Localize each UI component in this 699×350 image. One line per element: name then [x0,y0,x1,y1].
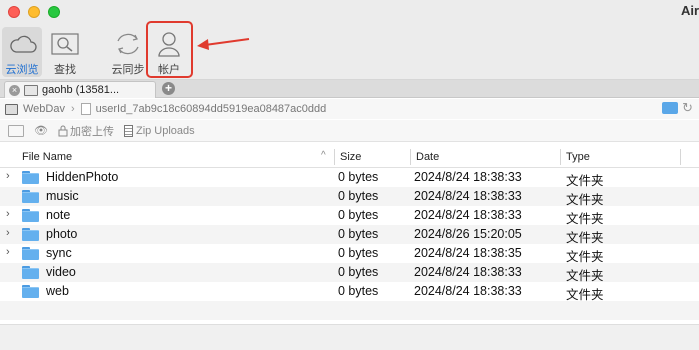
file-date: 2024/8/24 18:38:33 [414,170,522,184]
status-strip [0,324,699,350]
table-row[interactable]: video 0 bytes 2024/8/24 18:38:33 文件夹 [0,263,699,283]
table-row[interactable]: › note 0 bytes 2024/8/24 18:38:33 文件夹 [0,206,699,226]
table-body: › HiddenPhoto 0 bytes 2024/8/24 18:38:33… [0,168,699,320]
file-size: 0 bytes [338,189,379,203]
encrypt-upload-label: 加密上传 [69,125,114,138]
breadcrumb: WebDav › userId_7ab9c18c60894dd5919ea084… [0,99,699,119]
minimize-window-button[interactable] [28,6,40,18]
search-button[interactable]: 查找 [44,27,86,77]
cloud-browse-label: 云浏览 [5,64,39,76]
lock-icon [58,125,68,136]
file-size: 0 bytes [338,265,379,279]
sync-icon [107,27,149,61]
search-label: 查找 [54,64,76,76]
zip-uploads-toggle[interactable]: Zip Uploads [123,124,195,137]
chevron-right-icon[interactable]: › [6,208,10,220]
file-date: 2024/8/24 18:38:35 [414,246,522,260]
file-date: 2024/8/24 18:38:33 [414,265,522,279]
app-title: Air [681,3,699,18]
column-header-name[interactable]: File Name [22,151,72,163]
sort-ascending-icon[interactable]: ^ [321,150,326,161]
zoom-window-button[interactable] [48,6,60,18]
cloud-icon [2,27,44,61]
annotation-highlight-box [146,21,193,78]
folder-icon [22,285,39,298]
file-name: photo [46,227,78,241]
folder-icon [22,209,39,222]
preview-button[interactable]: 👁 [34,124,48,137]
tab-title: gaohb (13581... [42,84,120,96]
folder-icon [22,247,39,260]
zip-icon [123,124,133,137]
table-header: File Name ^ Size Date Type [0,146,699,168]
chevron-right-icon[interactable]: › [6,246,10,258]
tab-bar: × gaohb (13581... + [0,80,699,98]
chevron-right-icon: › [70,103,75,115]
zip-uploads-label: Zip Uploads [135,124,195,137]
cloud-sync-label: 云同步 [111,64,145,76]
file-size: 0 bytes [338,227,379,241]
column-header-date[interactable]: Date [416,151,439,163]
search-icon [44,27,86,61]
chevron-right-icon[interactable]: › [6,227,10,239]
column-divider[interactable] [334,149,335,165]
action-bar: 👁 加密上传 Zip Uploads [0,120,699,142]
table-row[interactable]: web 0 bytes 2024/8/24 18:38:33 文件夹 [0,282,699,302]
encrypt-upload-toggle[interactable]: 加密上传 [58,123,114,139]
add-tab-button[interactable]: + [162,82,175,95]
annotation-arrow-icon [195,34,251,55]
cloud-sync-button[interactable]: 云同步 [107,27,149,77]
webdav-drive-icon [5,103,18,115]
breadcrumb-root[interactable]: WebDav [23,103,65,115]
close-window-button[interactable] [8,6,20,18]
column-divider[interactable] [410,149,411,165]
file-table: File Name ^ Size Date Type › HiddenPhoto… [0,146,699,320]
new-folder-button[interactable] [8,124,24,137]
file-size: 0 bytes [338,170,379,184]
file-date: 2024/8/24 18:38:33 [414,189,522,203]
column-divider[interactable] [560,149,561,165]
file-size: 0 bytes [338,208,379,222]
file-name: video [46,265,76,279]
file-date: 2024/8/24 18:38:33 [414,208,522,222]
app-window: Air 云浏览 查找 云同步 帐户 × gaohb (13581... + We… [0,0,699,350]
eye-icon: 👁 [34,125,48,137]
table-row[interactable]: music 0 bytes 2024/8/24 18:38:33 文件夹 [0,187,699,207]
toolbar: Air 云浏览 查找 云同步 帐户 [0,0,699,80]
folder-icon [22,228,39,241]
tab-account-gaohb[interactable]: × gaohb (13581... [4,81,156,98]
breadcrumb-folder[interactable]: userId_7ab9c18c60894dd5919ea08487ac0ddd [96,103,327,115]
new-folder-icon [8,124,24,137]
folder-icon [22,190,39,203]
folder-icon [22,266,39,279]
empty-row [0,301,699,320]
table-row[interactable]: › sync 0 bytes 2024/8/24 18:38:35 文件夹 [0,244,699,264]
folder-view-icon[interactable] [662,102,679,114]
document-icon [80,103,91,115]
file-name: sync [46,246,72,260]
file-date: 2024/8/24 18:38:33 [414,284,522,298]
file-size: 0 bytes [338,246,379,260]
file-name: music [46,189,79,203]
table-row[interactable]: › photo 0 bytes 2024/8/26 15:20:05 文件夹 [0,225,699,245]
close-tab-icon[interactable]: × [9,84,20,96]
column-header-size[interactable]: Size [340,151,361,163]
table-row[interactable]: › HiddenPhoto 0 bytes 2024/8/24 18:38:33… [0,168,699,188]
file-name: note [46,208,71,222]
column-divider[interactable] [680,149,681,165]
refresh-icon[interactable]: ↻ [682,101,693,114]
chevron-right-icon[interactable]: › [6,170,10,182]
file-size: 0 bytes [338,284,379,298]
file-date: 2024/8/26 15:20:05 [414,227,522,241]
file-name: HiddenPhoto [46,170,119,184]
file-name: web [46,284,69,298]
cloud-browse-button[interactable]: 云浏览 [2,27,42,77]
drive-icon [24,84,38,96]
column-header-type[interactable]: Type [566,151,590,163]
path-actions: ↻ [662,101,693,114]
folder-icon [22,171,39,184]
